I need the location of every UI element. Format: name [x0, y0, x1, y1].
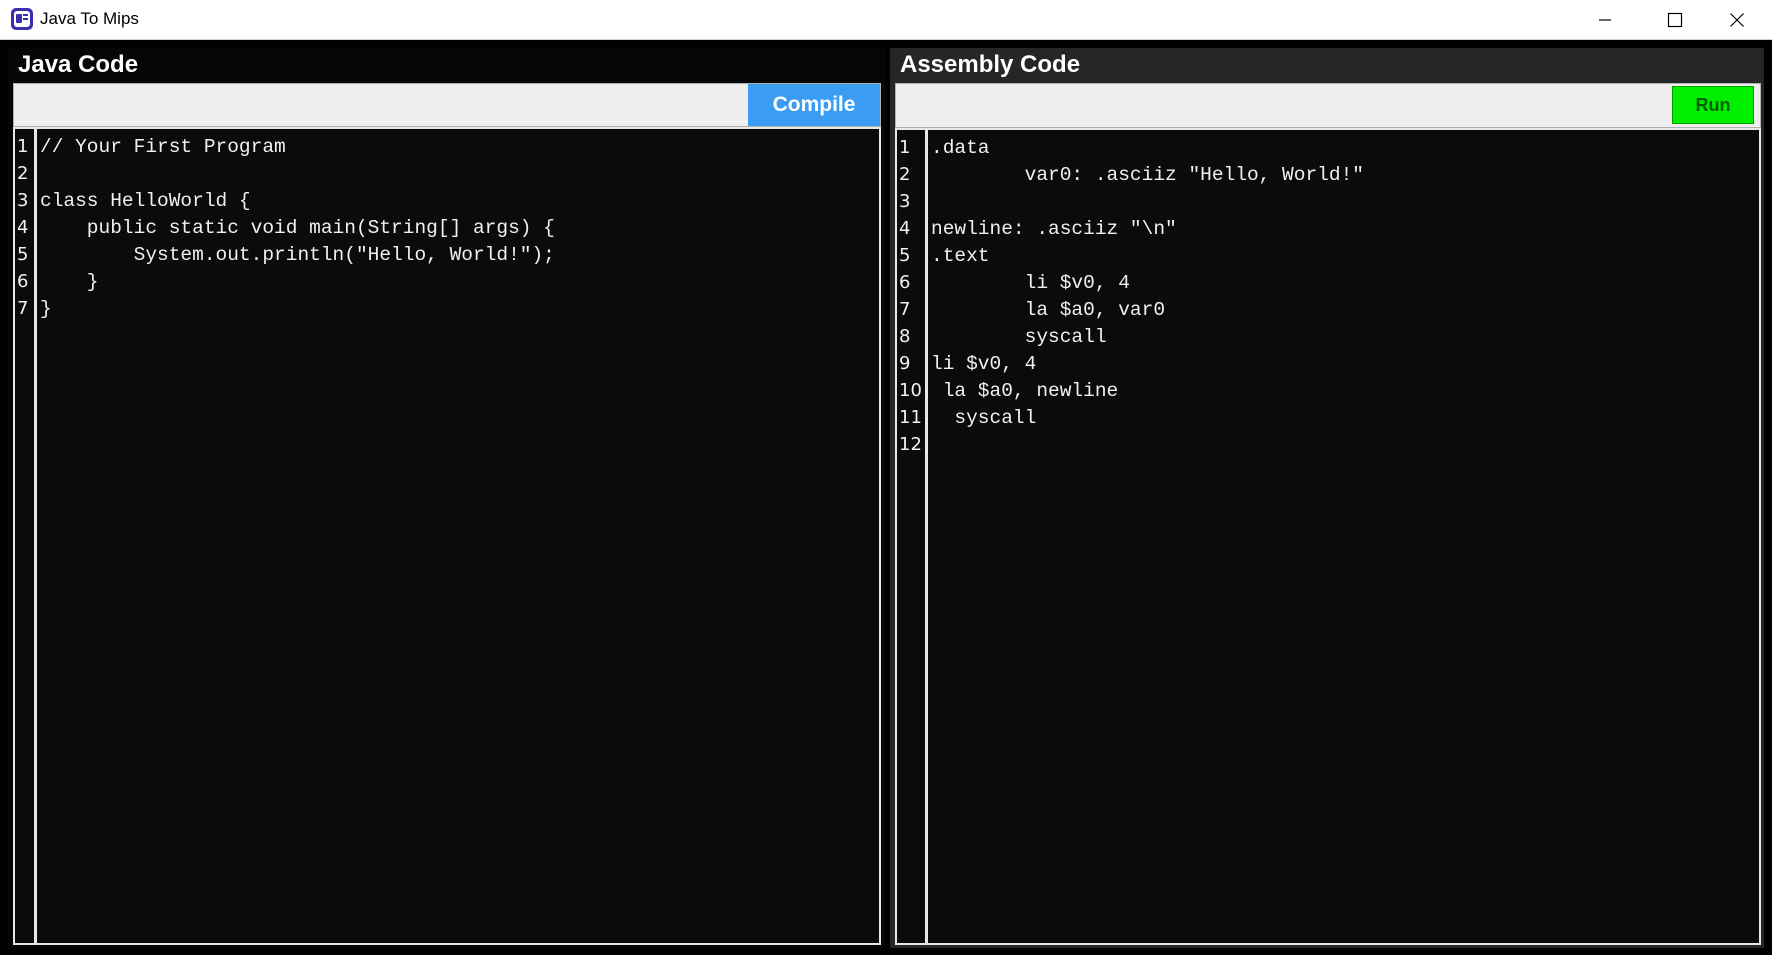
assembly-line-number-gutter: 1 2 3 4 5 6 7 8 9 10 11 12 — [897, 130, 928, 943]
code-line: newline: .asciiz "\n" — [931, 218, 1177, 240]
code-line: la $a0, var0 — [931, 299, 1166, 321]
line-number: 11 — [899, 407, 922, 428]
app-window: Java To Mips Java Code Compile 1 2 3 4 5… — [0, 0, 1772, 955]
code-line: public static void main(String[] args) { — [40, 217, 555, 239]
line-number: 2 — [899, 164, 911, 185]
code-line: // Your First Program — [40, 136, 286, 158]
assembly-toolbar: Run — [895, 83, 1761, 128]
java-panel-title: Java Code — [18, 51, 139, 78]
maximize-icon — [1667, 12, 1683, 28]
assembly-editor[interactable]: 1 2 3 4 5 6 7 8 9 10 11 12 .data var0: .… — [895, 128, 1761, 945]
window-title: Java To Mips — [40, 9, 139, 28]
code-line: System.out.println("Hello, World!"); — [40, 244, 555, 266]
line-number: 6 — [899, 272, 911, 293]
close-icon — [1730, 13, 1744, 27]
code-line: var0: .asciiz "Hello, World!" — [931, 164, 1364, 186]
java-line-number-gutter: 1 2 3 4 5 6 7 — [15, 129, 37, 943]
minimize-button[interactable] — [1570, 0, 1640, 40]
code-line: .data — [931, 137, 990, 159]
line-number: 5 — [17, 244, 29, 265]
assembly-code-panel: Assembly Code Run 1 2 3 4 5 6 7 8 9 10 1… — [890, 48, 1764, 948]
run-button[interactable]: Run — [1672, 86, 1754, 124]
line-number: 3 — [17, 190, 29, 211]
code-line: class HelloWorld { — [40, 190, 251, 212]
code-line: } — [40, 271, 99, 293]
line-number: 8 — [899, 326, 911, 347]
assembly-panel-title: Assembly Code — [900, 51, 1081, 78]
maximize-button[interactable] — [1640, 0, 1710, 40]
line-number: 1 — [899, 137, 911, 158]
code-line: la $a0, newline — [931, 380, 1119, 402]
line-number: 10 — [899, 380, 922, 401]
line-number: 5 — [899, 245, 911, 266]
code-line: li $v0, 4 — [931, 272, 1130, 294]
code-line: syscall — [931, 407, 1037, 429]
code-line: li $v0, 4 — [931, 353, 1037, 375]
compile-button[interactable]: Compile — [748, 84, 880, 126]
code-line: syscall — [931, 326, 1107, 348]
close-button[interactable] — [1702, 0, 1772, 40]
line-number: 4 — [899, 218, 911, 239]
line-number: 9 — [899, 353, 911, 374]
line-number: 7 — [17, 298, 29, 319]
line-number: 6 — [17, 271, 29, 292]
line-number: 2 — [17, 163, 29, 184]
java-toolbar: Compile — [13, 83, 881, 127]
java-code-panel: Java Code Compile 1 2 3 4 5 6 7 // Your … — [8, 48, 885, 948]
line-number: 4 — [17, 217, 29, 238]
minimize-icon — [1599, 19, 1611, 21]
app-icon — [11, 8, 33, 30]
title-bar[interactable]: Java To Mips — [0, 0, 1772, 40]
code-line: .text — [931, 245, 990, 267]
java-editor[interactable]: 1 2 3 4 5 6 7 // Your First Program clas… — [13, 127, 881, 945]
code-line: } — [40, 298, 52, 320]
line-number: 7 — [899, 299, 911, 320]
line-number: 3 — [899, 191, 911, 212]
line-number: 1 — [17, 136, 29, 157]
line-number: 12 — [899, 434, 922, 455]
